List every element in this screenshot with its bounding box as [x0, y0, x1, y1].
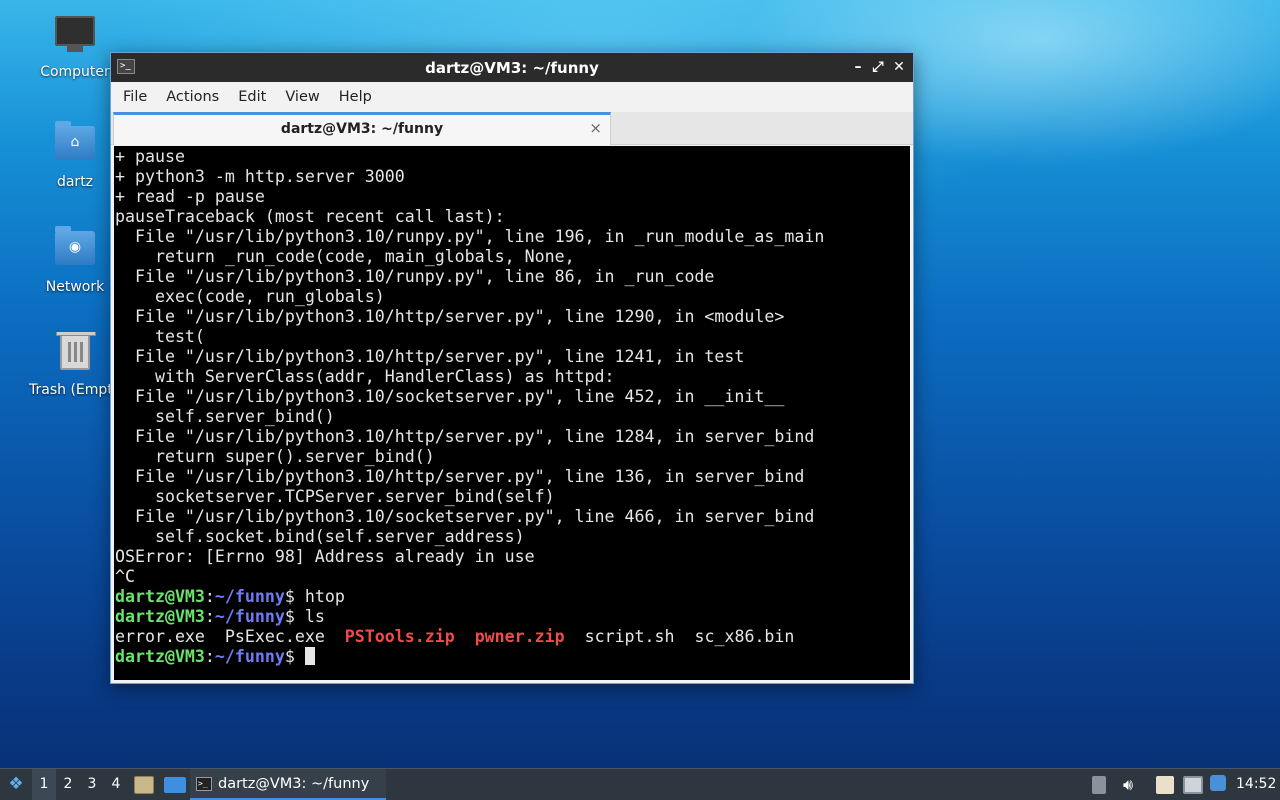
terminal-line: File "/usr/lib/python3.10/socketserver.p… — [115, 507, 815, 526]
ls-file-name: script.sh — [584, 627, 675, 646]
trash-icon — [53, 332, 97, 378]
terminal-line: File "/usr/lib/python3.10/socketserver.p… — [115, 387, 785, 406]
volume-icon[interactable]: 🔊︎ — [1118, 769, 1138, 800]
terminal-line: File "/usr/lib/python3.10/http/server.py… — [115, 347, 745, 366]
terminal-output[interactable]: + pause + python3 -m http.server 3000 + re… — [114, 146, 910, 680]
terminal-task-icon: >_ — [196, 777, 212, 791]
update-notifier-icon[interactable] — [1210, 775, 1226, 791]
file-manager-icon[interactable] — [134, 776, 154, 794]
terminal-line: self.server_bind() — [115, 407, 335, 426]
task-label: dartz@VM3: ~/funny — [218, 776, 370, 792]
desktop-icon-trash[interactable]: Trash (Empty) — [25, 332, 113, 398]
minimize-button[interactable]: – — [849, 57, 867, 77]
menu-view[interactable]: View — [279, 89, 325, 105]
clock[interactable]: 14:52 — [1236, 769, 1276, 800]
prompt-separator: : — [204, 607, 215, 626]
terminal-line: File "/usr/lib/python3.10/runpy.py", lin… — [115, 227, 825, 246]
maximize-button[interactable]: ⤢ — [869, 57, 887, 77]
window-titlebar[interactable]: >_ dartz@VM3: ~/funny – ⤢ ✕ — [111, 53, 913, 82]
taskbar-task-terminal[interactable]: >_ dartz@VM3: ~/funny — [190, 769, 386, 800]
ls-file-name: error.exe — [115, 627, 205, 646]
computer-icon — [53, 16, 97, 60]
terminal-line: OSError: [Errno 98] Address already in u… — [115, 547, 535, 566]
terminal-window[interactable]: >_ dartz@VM3: ~/funny – ⤢ ✕ File Actions… — [110, 52, 914, 684]
terminal-line: File "/usr/lib/python3.10/http/server.py… — [115, 307, 785, 326]
prompt-separator: : — [204, 647, 215, 666]
prompt-symbol: $ — [284, 647, 295, 666]
terminal-line: File "/usr/lib/python3.10/runpy.py", lin… — [115, 267, 715, 286]
tab-close-icon[interactable]: × — [589, 119, 602, 137]
terminal-line: + read -p pause — [115, 187, 265, 206]
ls-output-line: error.exe PsExec.exe PSTools.zip pwner.z… — [115, 627, 910, 647]
menu-help[interactable]: Help — [333, 89, 378, 105]
workspace-2[interactable]: 2 — [56, 769, 80, 800]
terminal-prompt-line: dartz@VM3:~/funny$ ls — [115, 607, 910, 627]
network-folder-icon: ◉ — [53, 226, 97, 275]
terminal-line: self.socket.bind(self.server_address) — [115, 527, 525, 546]
terminal-line: with ServerClass(addr, HandlerClass) as … — [115, 367, 615, 386]
ls-file-name: sc_x86.bin — [694, 627, 795, 646]
workspace-4[interactable]: 4 — [104, 769, 128, 800]
terminal-line: File "/usr/lib/python3.10/http/server.py… — [115, 427, 815, 446]
terminal-line: + python3 -m http.server 3000 — [115, 167, 405, 186]
terminal-line: socketserver.TCPServer.server_bind(self) — [115, 487, 555, 506]
show-desktop-icon[interactable] — [164, 777, 186, 793]
prompt-user: dartz@VM3 — [115, 587, 205, 606]
network-status-icon[interactable] — [1183, 776, 1203, 794]
taskbar: ❖ 1 2 3 4 >_ dartz@VM3: ~/funny 🔊︎ 14:52 — [0, 768, 1280, 800]
ls-file-name: PsExec.exe — [224, 627, 325, 646]
menu-actions[interactable]: Actions — [160, 89, 225, 105]
terminal-line: File "/usr/lib/python3.10/http/server.py… — [115, 467, 805, 486]
workspace-1[interactable]: 1 — [32, 769, 56, 800]
prompt-command: htop — [294, 587, 345, 606]
prompt-symbol: $ — [284, 607, 295, 626]
tab-terminal[interactable]: dartz@VM3: ~/funny × — [113, 112, 611, 145]
prompt-path: ~/funny — [214, 647, 285, 666]
terminal-line: ^C — [115, 567, 135, 586]
prompt-path: ~/funny — [214, 607, 285, 626]
window-title: dartz@VM3: ~/funny — [425, 59, 599, 77]
prompt-separator: : — [204, 587, 215, 606]
menu-file[interactable]: File — [117, 89, 153, 105]
clipboard-icon[interactable] — [1156, 776, 1174, 794]
terminal-line: return super().server_bind() — [115, 447, 435, 466]
menu-bar: File Actions Edit View Help — [111, 82, 913, 112]
tab-label: dartz@VM3: ~/funny — [280, 121, 444, 137]
prompt-user: dartz@VM3 — [115, 607, 205, 626]
start-menu-icon[interactable]: ❖ — [4, 769, 28, 800]
prompt-path: ~/funny — [214, 587, 285, 606]
prompt-command: ls — [294, 607, 325, 626]
terminal-line: exec(code, run_globals) — [115, 287, 385, 306]
tray-eject-icon[interactable] — [1092, 776, 1106, 794]
text-cursor — [304, 647, 315, 665]
terminal-line: return _run_code(code, main_globals, Non… — [115, 247, 575, 266]
close-button[interactable]: ✕ — [890, 57, 908, 77]
prompt-user: dartz@VM3 — [115, 647, 205, 666]
terminal-line: + pause — [115, 147, 185, 166]
ls-file-name: PSTools.zip — [344, 627, 455, 646]
menu-edit[interactable]: Edit — [232, 89, 272, 105]
home-folder-icon: ⌂ — [53, 121, 97, 170]
ls-file-name: pwner.zip — [474, 627, 565, 646]
desktop-icon-label: Trash (Empty) — [29, 382, 113, 398]
terminal-prompt-line: dartz@VM3:~/funny$ — [115, 647, 910, 667]
tab-bar: dartz@VM3: ~/funny × — [111, 112, 913, 145]
terminal-line: pauseTraceback (most recent call last): — [115, 207, 505, 226]
terminal-prompt-line: dartz@VM3:~/funny$ htop — [115, 587, 910, 607]
prompt-symbol: $ — [284, 587, 295, 606]
terminal-line: test( — [115, 327, 205, 346]
workspace-3[interactable]: 3 — [80, 769, 104, 800]
